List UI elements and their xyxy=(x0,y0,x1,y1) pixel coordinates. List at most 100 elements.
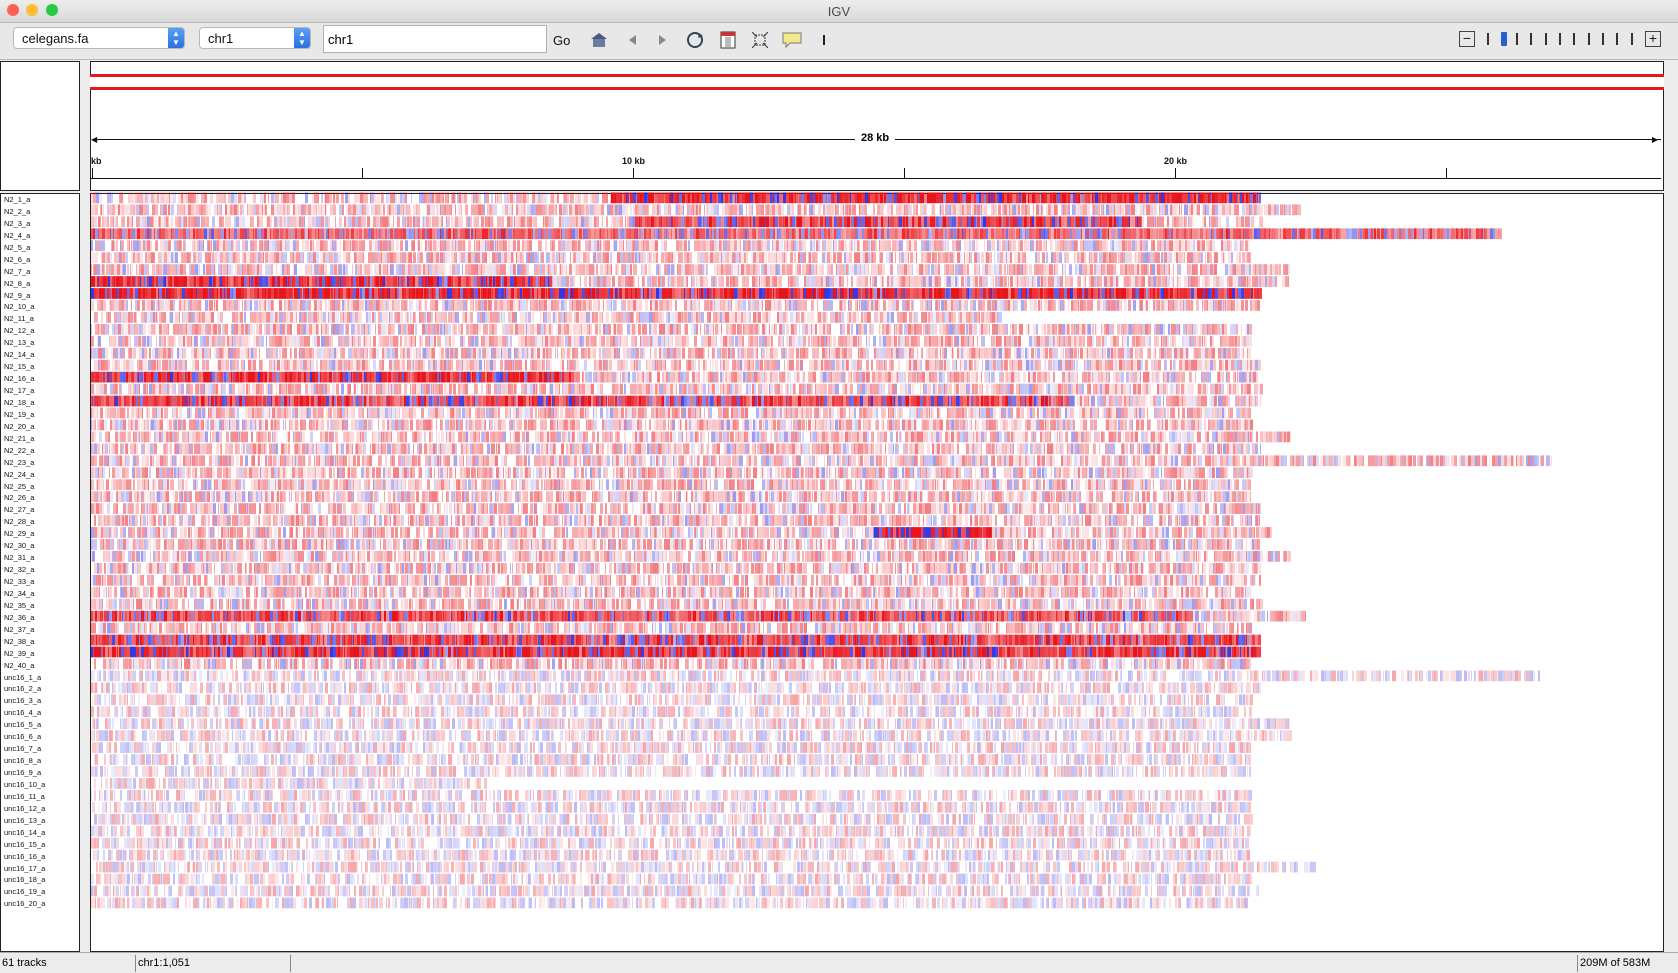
heatmap-tracks[interactable] xyxy=(91,192,1661,912)
resize-panel-icon[interactable] xyxy=(717,29,739,51)
heatmap-track-row[interactable] xyxy=(91,383,1263,395)
heatmap-track-row[interactable] xyxy=(91,407,1251,419)
heatmap-track-row[interactable] xyxy=(91,897,1248,909)
heatmap-track-row[interactable] xyxy=(94,312,1002,323)
track-name[interactable]: N2_25_a xyxy=(4,481,45,493)
track-name[interactable]: unc16_4_a xyxy=(4,707,45,719)
track-name[interactable]: N2_23_a xyxy=(4,457,45,469)
heatmap-track-row[interactable] xyxy=(91,586,1251,598)
track-name[interactable]: unc16_15_a xyxy=(4,839,45,851)
track-name[interactable]: unc16_18_a xyxy=(4,874,45,886)
track-name[interactable]: N2_11_a xyxy=(4,313,45,325)
heatmap-track-row[interactable] xyxy=(94,359,1261,371)
track-name[interactable]: N2_3_a xyxy=(4,218,45,230)
heatmap-track-row[interactable] xyxy=(91,419,1253,431)
track-name[interactable]: unc16_3_a xyxy=(4,695,45,707)
heatmap-track-row[interactable] xyxy=(91,204,1301,216)
heatmap-track-row[interactable] xyxy=(91,622,1252,634)
track-name[interactable]: N2_38_a xyxy=(4,636,45,648)
heatmap-track-row[interactable] xyxy=(91,479,1251,491)
zoom-out-button[interactable]: − xyxy=(1459,31,1475,47)
track-name[interactable]: N2_27_a xyxy=(4,504,45,516)
track-name[interactable]: unc16_8_a xyxy=(4,755,45,767)
heatmap-track-row[interactable] xyxy=(91,323,1252,335)
track-name[interactable]: unc16_16_a xyxy=(4,851,45,863)
track-name[interactable]: unc16_10_a xyxy=(4,779,45,791)
zoom-level-tick[interactable] xyxy=(1516,33,1518,45)
zoom-level-tick[interactable] xyxy=(1631,33,1633,45)
locus-input[interactable]: chr1 xyxy=(323,25,547,53)
track-name[interactable]: N2_4_a xyxy=(4,230,45,242)
chromosome-ideogram[interactable] xyxy=(90,74,1664,90)
track-name[interactable]: N2_19_a xyxy=(4,409,45,421)
track-name[interactable]: N2_30_a xyxy=(4,540,45,552)
zoom-level-tick[interactable] xyxy=(1616,33,1618,45)
track-name[interactable]: N2_24_a xyxy=(4,469,45,481)
heatmap-track-row[interactable] xyxy=(91,443,1261,455)
heatmap-track-row[interactable] xyxy=(91,682,1261,694)
heatmap-track-row[interactable] xyxy=(91,610,1306,622)
heatmap-track-row[interactable] xyxy=(91,491,1251,502)
track-name[interactable]: N2_26_a xyxy=(4,492,45,504)
heatmap-track-row[interactable] xyxy=(91,467,1253,479)
popup-info-icon[interactable] xyxy=(781,29,803,51)
track-name[interactable]: N2_14_a xyxy=(4,349,45,361)
heatmap-track-row[interactable] xyxy=(91,766,1251,777)
heatmap-track-row[interactable] xyxy=(94,562,1261,574)
heatmap-track-row[interactable] xyxy=(91,347,1251,359)
heatmap-track-row[interactable] xyxy=(91,228,1502,240)
heatmap-track-row[interactable] xyxy=(91,455,1552,467)
track-name[interactable]: N2_40_a xyxy=(4,660,45,672)
track-name[interactable]: N2_37_a xyxy=(4,624,45,636)
track-name[interactable]: N2_18_a xyxy=(4,397,45,409)
genome-dropdown[interactable]: celegans.fa ▲ ▼ xyxy=(13,27,185,49)
track-name[interactable]: N2_21_a xyxy=(4,433,45,445)
track-name[interactable]: N2_7_a xyxy=(4,266,45,278)
track-name[interactable]: N2_35_a xyxy=(4,600,45,612)
back-arrow-icon[interactable] xyxy=(621,29,643,51)
region-select-icon[interactable] xyxy=(749,29,771,51)
track-name[interactable]: unc16_11_a xyxy=(4,791,45,803)
track-name[interactable]: N2_28_a xyxy=(4,516,45,528)
ruler-line-icon[interactable] xyxy=(813,29,835,51)
track-name[interactable]: N2_36_a xyxy=(4,612,45,624)
heatmap-track-row[interactable] xyxy=(91,300,1260,311)
heatmap-track-row[interactable] xyxy=(91,825,1251,837)
track-name[interactable]: unc16_17_a xyxy=(4,863,45,875)
chromosome-dropdown[interactable]: chr1 ▲ ▼ xyxy=(199,27,311,49)
heatmap-track-row[interactable] xyxy=(91,574,1261,586)
zoom-level-tick[interactable] xyxy=(1602,33,1604,45)
zoom-in-button[interactable]: + xyxy=(1645,31,1661,47)
track-name[interactable]: N2_15_a xyxy=(4,361,45,373)
zoom-level-tick[interactable] xyxy=(1559,33,1561,45)
heatmap-track-row[interactable] xyxy=(91,371,1258,383)
heatmap-track-row[interactable] xyxy=(91,252,1251,263)
heatmap-track-row[interactable] xyxy=(94,813,1253,825)
heatmap-track-row[interactable] xyxy=(93,849,1250,861)
heatmap-track-row[interactable] xyxy=(94,515,1260,526)
track-name[interactable]: N2_6_a xyxy=(4,254,45,266)
track-name[interactable]: N2_29_a xyxy=(4,528,45,540)
track-name[interactable]: N2_5_a xyxy=(4,242,45,254)
heatmap-track-row[interactable] xyxy=(91,837,1249,849)
track-name[interactable]: unc16_20_a xyxy=(4,898,45,910)
heatmap-track-row[interactable] xyxy=(91,335,1252,347)
track-name[interactable]: unc16_13_a xyxy=(4,815,45,827)
track-name[interactable]: N2_8_a xyxy=(4,278,45,290)
track-name[interactable]: unc16_9_a xyxy=(4,767,45,779)
home-icon[interactable] xyxy=(588,29,610,51)
heatmap-track-row[interactable] xyxy=(94,754,1251,765)
track-name[interactable]: unc16_7_a xyxy=(4,743,45,755)
heatmap-track-row[interactable] xyxy=(91,790,1252,801)
heatmap-track-row[interactable] xyxy=(91,885,1259,897)
heatmap-track-row[interactable] xyxy=(91,216,1263,228)
zoom-level-tick[interactable] xyxy=(1530,33,1532,45)
track-name[interactable]: N2_33_a xyxy=(4,576,45,588)
track-name[interactable]: N2_13_a xyxy=(4,337,45,349)
heatmap-track-row[interactable] xyxy=(91,527,1272,538)
zoom-level-tick[interactable] xyxy=(1588,33,1590,45)
heatmap-track-row[interactable] xyxy=(91,431,1291,443)
heatmap-track-row[interactable] xyxy=(91,503,1261,514)
zoom-level-tick[interactable] xyxy=(1487,33,1489,45)
track-name[interactable]: N2_10_a xyxy=(4,301,45,313)
